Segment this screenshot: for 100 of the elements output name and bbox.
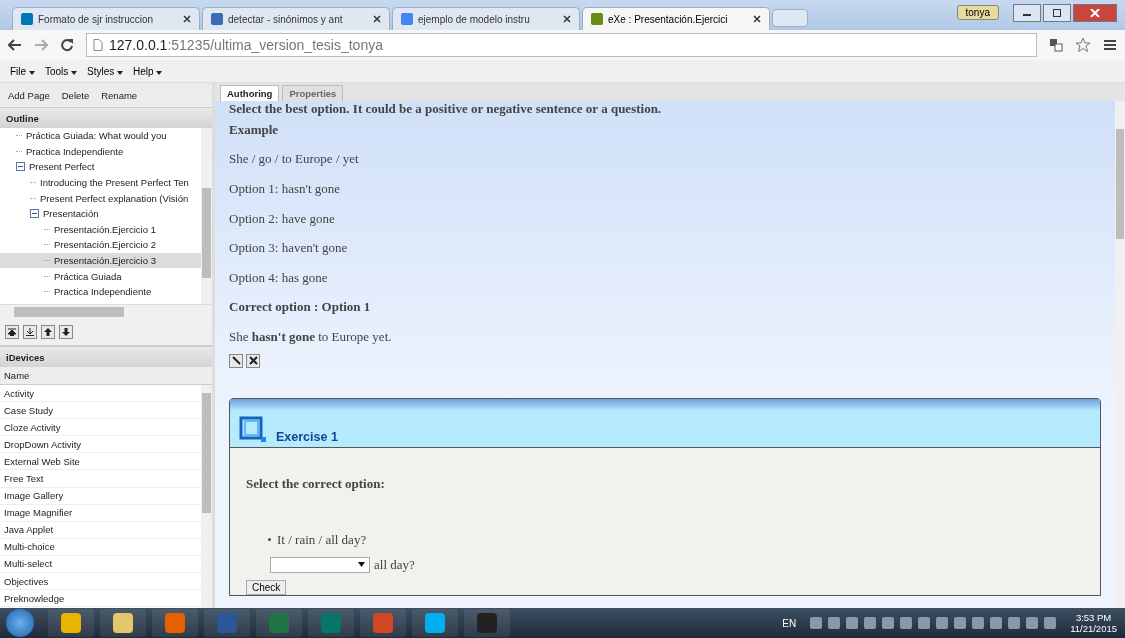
- browser-tab[interactable]: Formato de sjr instruccion: [12, 7, 200, 30]
- scrollbar[interactable]: [201, 128, 212, 304]
- list-item[interactable]: Image Magnifier: [0, 504, 201, 522]
- caret-icon: [358, 562, 365, 568]
- user-badge[interactable]: tonya: [956, 5, 999, 20]
- tree-item[interactable]: Present Perfect explanation (Visión: [0, 190, 201, 206]
- list-item[interactable]: DropDown Activity: [0, 436, 201, 454]
- browser-tab[interactable]: eXe : Presentación.Ejercici: [582, 7, 770, 30]
- scrollbar[interactable]: [1115, 101, 1125, 608]
- tree-item[interactable]: Practica Independiente: [0, 143, 201, 160]
- tray-icon[interactable]: [1026, 617, 1039, 629]
- down-arrow-icon[interactable]: [59, 325, 73, 339]
- list-item[interactable]: Activity: [0, 385, 201, 403]
- close-icon[interactable]: [753, 15, 761, 23]
- tray-icon[interactable]: [810, 617, 823, 629]
- browser-tab[interactable]: ejemplo de modelo instru: [392, 7, 580, 30]
- tree-item[interactable]: Presentación: [0, 205, 201, 222]
- browser-tab[interactable]: detectar - sinónimos y ant: [202, 7, 390, 30]
- list-item[interactable]: Objectives: [0, 573, 201, 591]
- paragraph: She / go / to Europe / yet: [229, 150, 360, 169]
- menu-item[interactable]: Help: [133, 65, 163, 77]
- paragraph: Option 4: has gone: [229, 268, 329, 287]
- close-icon[interactable]: [563, 15, 571, 23]
- maximize-button[interactable]: [1043, 4, 1071, 22]
- caret-icon: [71, 70, 78, 75]
- list-item[interactable]: Cloze Activity: [0, 419, 201, 437]
- tree-item[interactable]: Práctica Guiada: [0, 268, 201, 284]
- tray-icon[interactable]: [972, 617, 985, 629]
- close-icon: [1090, 9, 1100, 17]
- tree-item[interactable]: Present Perfect: [0, 159, 201, 175]
- scrollbar[interactable]: [0, 304, 212, 319]
- list-item[interactable]: Preknowledge: [0, 590, 201, 608]
- list-item[interactable]: Image Gallery: [0, 487, 201, 505]
- menu-icon[interactable]: [1103, 38, 1117, 52]
- toolbar-button[interactable]: Rename: [101, 89, 138, 101]
- menu-item[interactable]: File: [10, 65, 35, 77]
- up-arrow-icon[interactable]: [41, 325, 55, 339]
- tray-icon[interactable]: [846, 617, 859, 629]
- tab[interactable]: Authoring: [220, 85, 280, 101]
- collapse-icon[interactable]: [30, 209, 39, 219]
- address-field[interactable]: 127.0.0.1:51235/ultima_version_tesis_tonya: [86, 33, 1037, 57]
- paragraph: Example: [229, 120, 280, 139]
- tree-item[interactable]: Presentación.Ejercicio 1: [0, 221, 201, 238]
- start-button[interactable]: [6, 609, 34, 637]
- tray-icon[interactable]: [936, 617, 949, 629]
- check-button[interactable]: Check: [246, 579, 287, 595]
- move-top-icon[interactable]: [5, 325, 19, 339]
- dropdown-field[interactable]: [270, 556, 370, 573]
- toolbar-button[interactable]: Delete: [61, 89, 90, 101]
- collapse-icon[interactable]: [16, 162, 25, 172]
- site-icon: [211, 13, 223, 25]
- clock-time[interactable]: 3:53 PM: [1075, 612, 1112, 623]
- toolbar-button[interactable]: Add Page: [8, 89, 50, 101]
- close-icon[interactable]: [183, 15, 191, 23]
- menu-item[interactable]: Styles: [87, 65, 124, 77]
- pencil-icon[interactable]: [229, 353, 243, 368]
- menu-item[interactable]: Tools: [44, 65, 78, 77]
- tree-item[interactable]: Practica Independiente: [0, 283, 201, 300]
- site-icon: [591, 13, 603, 25]
- paragraph: Option 2: have gone: [229, 209, 336, 228]
- list-item[interactable]: Free Text: [0, 470, 201, 488]
- download-icon[interactable]: [23, 325, 37, 339]
- tray-icon[interactable]: [1044, 617, 1057, 629]
- tray-icon[interactable]: [918, 617, 931, 629]
- site-icon: [401, 13, 413, 25]
- tray-icon[interactable]: [990, 617, 1003, 629]
- close-icon[interactable]: [373, 15, 381, 23]
- reload-icon[interactable]: [60, 38, 74, 52]
- tree-item[interactable]: Introducing the Present Perfect Ten: [0, 174, 201, 191]
- scrollbar[interactable]: [201, 385, 212, 608]
- tree-item[interactable]: Práctica Guiada: What would you: [0, 128, 201, 144]
- list-item[interactable]: Case Study: [0, 402, 201, 420]
- list-item[interactable]: Java Applet: [0, 521, 201, 539]
- back-icon[interactable]: [8, 38, 22, 52]
- tray-icon[interactable]: [954, 617, 967, 629]
- tray-icon[interactable]: [828, 617, 841, 629]
- question-text: It / rain / all day?: [277, 531, 367, 548]
- list-item[interactable]: Multi-select: [0, 555, 201, 574]
- close-button[interactable]: [1073, 4, 1117, 22]
- translate-icon[interactable]: [1049, 38, 1063, 52]
- panel-header: iDevices: [0, 346, 212, 367]
- idevice-icon: [238, 414, 268, 443]
- tray-icon[interactable]: [864, 617, 877, 629]
- caret-icon: [156, 70, 163, 75]
- tree-item[interactable]: Presentación.Ejercicio 2: [0, 237, 201, 253]
- list-item[interactable]: Multi-choice: [0, 538, 201, 556]
- tray-icon[interactable]: [900, 617, 913, 629]
- tree-item[interactable]: Presentación.Ejercicio 3: [0, 252, 201, 269]
- minimize-button[interactable]: [1013, 4, 1041, 22]
- language-indicator[interactable]: EN: [782, 617, 797, 629]
- paragraph: Option 3: haven't gone: [229, 239, 349, 258]
- list-item[interactable]: External Web Site: [0, 453, 201, 471]
- delete-icon[interactable]: [246, 353, 260, 368]
- tab[interactable]: Properties: [282, 85, 344, 101]
- tray-icon[interactable]: [1008, 617, 1021, 629]
- page-icon: [93, 39, 103, 51]
- star-icon[interactable]: [1075, 37, 1091, 53]
- caret-icon: [28, 70, 35, 75]
- clock-date[interactable]: 11/21/2015: [1070, 623, 1117, 634]
- tray-icon[interactable]: [882, 617, 895, 629]
